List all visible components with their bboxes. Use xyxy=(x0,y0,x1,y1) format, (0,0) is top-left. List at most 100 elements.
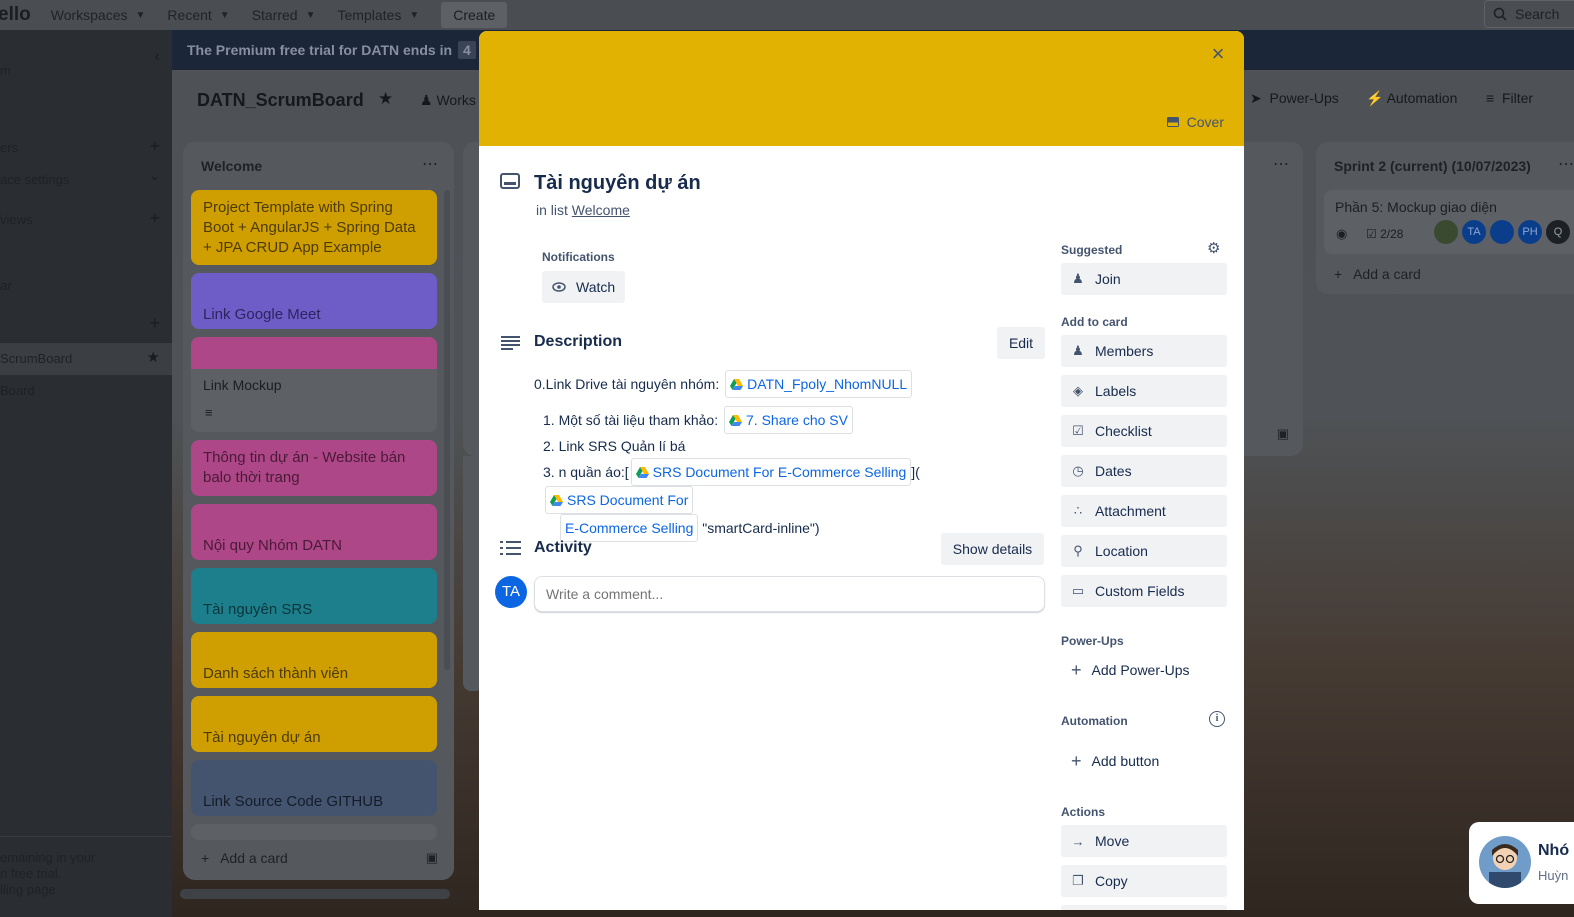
add-card-button[interactable]: + Add a card xyxy=(1334,266,1421,282)
drive-smart-link[interactable]: SRS Document For E-Commerce Selling xyxy=(630,458,912,486)
attachment-button[interactable]: ∴ Attachment xyxy=(1061,495,1227,527)
chevron-down-icon[interactable]: ⌄ xyxy=(149,168,160,184)
list-menu-icon[interactable]: ⋯ xyxy=(422,154,438,174)
avatar[interactable] xyxy=(1434,220,1458,244)
drive-smart-link[interactable]: E-Commerce Selling xyxy=(560,514,699,542)
create-button[interactable]: Create xyxy=(441,2,508,28)
list-menu-icon[interactable]: ⋯ xyxy=(1273,154,1289,174)
button-label: Location xyxy=(1095,543,1148,559)
sidebar-item-views[interactable]: views xyxy=(0,212,33,227)
sidebar-item-scrumboard[interactable]: ScrumBoard xyxy=(0,351,72,366)
nav-recent[interactable]: Recent ▼ xyxy=(167,7,229,23)
list-item[interactable]: Tài nguyên dự án xyxy=(191,696,437,752)
list-title[interactable]: Sprint 2 (current) (10/07/2023) xyxy=(1334,158,1531,174)
button-label: Members xyxy=(1095,343,1154,359)
list-title[interactable]: Welcome xyxy=(201,158,262,174)
add-card-button[interactable]: + Add a card xyxy=(201,850,288,866)
card-title: Tài nguyên SRS xyxy=(203,601,313,618)
list-item[interactable]: Link Mockup ≡ xyxy=(191,337,437,432)
automation-label: Automation xyxy=(1386,90,1458,106)
list-item[interactable]: Nội quy Nhóm DATN xyxy=(191,504,437,560)
join-button[interactable]: ♟ Join xyxy=(1061,263,1227,295)
automation-button[interactable]: ⚡ Automation xyxy=(1366,90,1457,107)
more-action-button[interactable] xyxy=(1061,905,1227,910)
list-scrollbar[interactable] xyxy=(444,190,450,670)
add-member-icon[interactable]: + xyxy=(149,136,160,157)
sidebar-item-calendar[interactable]: ar xyxy=(0,278,12,293)
in-list-link[interactable]: Welcome xyxy=(572,202,630,218)
nav-templates[interactable]: Templates ▼ xyxy=(338,7,420,23)
star-icon[interactable]: ★ xyxy=(378,89,393,109)
add-button-button[interactable]: + Add button xyxy=(1061,745,1227,777)
watch-button[interactable]: Watch xyxy=(542,271,625,303)
sidebar-workspace-name[interactable]: m xyxy=(0,63,11,78)
add-board-icon[interactable]: + xyxy=(149,313,160,334)
avatar xyxy=(1479,836,1531,888)
drive-smart-link[interactable]: SRS Document For xyxy=(545,486,694,514)
powerups-label: Power-Ups xyxy=(1061,634,1124,648)
info-icon[interactable]: i xyxy=(1209,711,1225,727)
location-button[interactable]: ⚲ Location xyxy=(1061,535,1227,567)
powerups-button[interactable]: ➤ Power-Ups xyxy=(1250,90,1339,107)
board-title[interactable]: DATN_ScrumBoard xyxy=(197,90,364,111)
description-icon: ≡ xyxy=(205,405,213,420)
labels-button[interactable]: ◈ Labels xyxy=(1061,375,1227,407)
chevron-down-icon: ▼ xyxy=(219,9,230,21)
template-icon[interactable]: ▣ xyxy=(426,850,438,866)
trial-footer-link[interactable]: lling page xyxy=(0,882,56,897)
sidebar-item-members[interactable]: ers xyxy=(0,140,18,155)
card-title[interactable]: Tài nguyên dự án xyxy=(534,172,701,195)
add-view-icon[interactable]: + xyxy=(149,208,160,229)
trello-logo[interactable]: ello xyxy=(0,4,31,26)
list-item[interactable]: Thông tin dự án - Website bán balo thời … xyxy=(191,440,437,496)
list-item[interactable]: Danh sách thành viên xyxy=(191,632,437,688)
search-input[interactable]: Search xyxy=(1484,0,1574,28)
avatar[interactable]: Q xyxy=(1546,220,1570,244)
workspace-visibility-label: Works xyxy=(436,92,476,108)
avatar[interactable]: TA xyxy=(1462,220,1486,244)
checklist-button[interactable]: ☑ Checklist xyxy=(1061,415,1227,447)
add-card-label: Add a card xyxy=(1353,266,1421,282)
list-item[interactable]: Link Source Code GITHUB xyxy=(191,760,437,816)
card-title: Phần 5: Mockup giao diện xyxy=(1335,199,1497,215)
avatar[interactable] xyxy=(1490,220,1514,244)
button-label: Move xyxy=(1095,833,1130,849)
cover-label: Cover xyxy=(1186,114,1224,130)
nav-starred[interactable]: Starred ▼ xyxy=(252,7,316,23)
dates-button[interactable]: ◷ Dates xyxy=(1061,455,1227,487)
edit-description-button[interactable]: Edit xyxy=(997,327,1045,359)
template-icon[interactable]: ▣ xyxy=(1277,426,1289,442)
drive-smart-link[interactable]: DATN_Fpoly_NhomNULL xyxy=(725,370,913,398)
list-number: 1. xyxy=(543,412,555,428)
gear-icon[interactable]: ⚙ xyxy=(1207,239,1220,257)
star-icon[interactable]: ★ xyxy=(147,348,160,366)
description-list-item: 3. n quần áo:[SRS Document For E-Commerc… xyxy=(543,458,1049,514)
list-item[interactable]: Link Google Meet xyxy=(191,273,437,329)
collapse-sidebar-icon[interactable]: ‹ xyxy=(155,48,160,66)
close-icon[interactable]: × xyxy=(1206,43,1230,67)
list-item[interactable]: Project Template with Spring Boot + Angu… xyxy=(191,190,437,265)
avatar[interactable]: TA xyxy=(495,576,527,608)
avatar[interactable]: PH xyxy=(1518,220,1542,244)
cover-button[interactable]: Cover xyxy=(1166,114,1224,130)
filter-button[interactable]: ≡ Filter xyxy=(1486,90,1533,106)
sidebar-item-workspace-settings[interactable]: ace settings xyxy=(0,172,69,187)
custom-fields-button[interactable]: ▭ Custom Fields xyxy=(1061,575,1227,607)
nav-workspaces[interactable]: Workspaces ▼ xyxy=(51,7,146,23)
list-menu-icon[interactable]: ⋯ xyxy=(1558,154,1574,174)
card-title: Danh sách thành viên xyxy=(203,665,349,682)
workspace-visibility-button[interactable]: ♟ Works xyxy=(420,92,476,109)
list-item[interactable] xyxy=(191,824,437,840)
copy-button[interactable]: ❐ Copy xyxy=(1061,865,1227,897)
show-details-button[interactable]: Show details xyxy=(941,533,1044,565)
chat-notification-chip[interactable]: Nhó Huỳn xyxy=(1469,822,1574,904)
horizontal-scrollbar[interactable] xyxy=(180,889,450,899)
move-button[interactable]: → Move xyxy=(1061,825,1227,857)
drive-smart-link[interactable]: 7. Share cho SV xyxy=(724,406,853,434)
list-item[interactable]: Tài nguyên SRS xyxy=(191,568,437,624)
list-item[interactable]: Phần 5: Mockup giao diện ◉ ☑ 2/28 TA PH … xyxy=(1324,190,1574,254)
members-button[interactable]: ♟ Members xyxy=(1061,335,1227,367)
comment-input[interactable] xyxy=(534,576,1045,612)
sidebar-item-board[interactable]: Board xyxy=(0,383,35,398)
add-powerups-button[interactable]: + Add Power-Ups xyxy=(1061,654,1227,686)
